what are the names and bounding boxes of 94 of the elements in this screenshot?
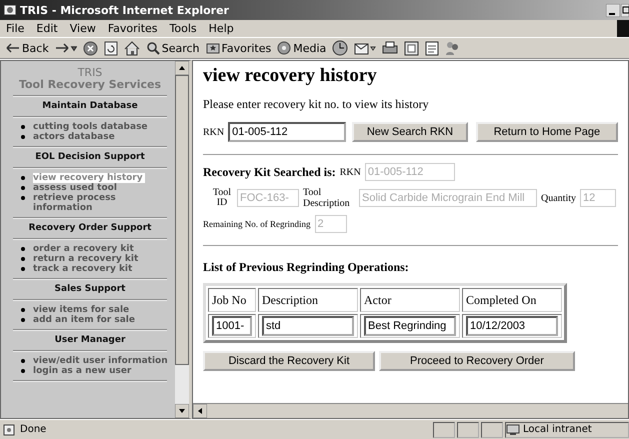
menu-item[interactable]: Help bbox=[208, 22, 234, 35]
bullet-icon bbox=[21, 125, 25, 129]
bullet-icon bbox=[21, 257, 25, 261]
nav-link[interactable]: login as a new user bbox=[33, 366, 132, 376]
back-arrow-icon bbox=[6, 42, 20, 54]
minimize-icon[interactable] bbox=[606, 4, 620, 16]
logo-tile bbox=[617, 20, 629, 37]
browser-icon bbox=[3, 3, 17, 17]
page-icon bbox=[3, 424, 17, 436]
toolbar-button[interactable]: Search bbox=[146, 41, 200, 55]
field-label: RKN bbox=[340, 166, 361, 178]
document-icon[interactable] bbox=[404, 40, 420, 56]
rkn-field[interactable]: 01-005-112 bbox=[228, 122, 346, 142]
bullet-icon bbox=[21, 359, 25, 363]
bullet-icon bbox=[21, 318, 25, 322]
scroll-up-icon[interactable] bbox=[175, 61, 189, 75]
instruction-text: Please enter recovery kit no. to view its history bbox=[203, 97, 430, 112]
column-header: Actor bbox=[360, 288, 460, 312]
nav-link[interactable]: retrieve process information bbox=[33, 193, 171, 213]
printer-icon[interactable] bbox=[382, 41, 398, 55]
bullet-icon bbox=[21, 308, 25, 312]
horizontal-scrollbar[interactable] bbox=[193, 403, 628, 418]
bullet-icon bbox=[21, 186, 25, 190]
table-cell-field[interactable]: 1001- bbox=[212, 316, 252, 336]
home-icon[interactable] bbox=[124, 40, 140, 56]
menu-item[interactable]: Favorites bbox=[108, 22, 158, 35]
field-label: RKN bbox=[203, 126, 224, 138]
nav-link[interactable]: return a recovery kit bbox=[33, 254, 138, 264]
forward-arrow-icon[interactable] bbox=[54, 42, 77, 54]
field-label: Tool ID bbox=[212, 188, 232, 208]
status-pane bbox=[457, 422, 479, 438]
search-icon bbox=[146, 41, 160, 55]
discard-button[interactable]: Discard the Recovery Kit bbox=[203, 351, 375, 371]
nav-link[interactable]: view/edit user information bbox=[33, 356, 168, 366]
nav-link[interactable]: add an item for sale bbox=[33, 315, 135, 325]
nav-link[interactable]: actors database bbox=[33, 132, 115, 142]
bullet-icon bbox=[21, 267, 25, 271]
section-heading: Recovery Kit Searched is: bbox=[203, 164, 336, 180]
new-search-button[interactable]: New Search RKN bbox=[352, 122, 468, 142]
toolbar-button[interactable]: Back bbox=[6, 42, 49, 54]
zone-indicator: Local intranet bbox=[505, 422, 629, 438]
status-pane bbox=[433, 422, 455, 438]
field-label: Tool Description bbox=[303, 187, 351, 209]
scroll-down-icon[interactable] bbox=[175, 404, 189, 418]
bullet-icon bbox=[21, 247, 25, 251]
site-subtitle: Tool Recovery Services bbox=[18, 79, 162, 91]
toolbar-button[interactable]: Favorites bbox=[206, 42, 272, 54]
nav-link[interactable]: track a recovery kit bbox=[33, 264, 132, 274]
people-icon[interactable] bbox=[445, 40, 460, 56]
field-label: Quantity bbox=[541, 192, 576, 204]
menu-item[interactable]: View bbox=[70, 22, 96, 35]
bullet-icon bbox=[21, 369, 25, 373]
nav-link[interactable]: view recovery history bbox=[33, 173, 145, 183]
section-heading: Maintain Database bbox=[41, 101, 139, 112]
nav-link[interactable]: order a recovery kit bbox=[33, 244, 134, 254]
window-title: TRIS - Microsoft Internet Explorer bbox=[20, 4, 229, 16]
bullet-icon bbox=[21, 176, 25, 180]
mail-icon[interactable] bbox=[354, 40, 376, 56]
nav-link[interactable]: view items for sale bbox=[33, 305, 130, 315]
status-text: Done bbox=[3, 424, 431, 436]
site-title: TRIS bbox=[76, 67, 104, 79]
nav-link[interactable]: assess used tool bbox=[33, 183, 117, 193]
vertical-scrollbar[interactable] bbox=[175, 61, 189, 418]
page-heading: view recovery history bbox=[203, 65, 378, 87]
bullet-icon bbox=[21, 196, 25, 200]
scroll-left-icon[interactable] bbox=[193, 404, 207, 418]
toolbar-button[interactable]: Media bbox=[277, 41, 326, 55]
refresh-icon[interactable] bbox=[104, 40, 118, 56]
section-heading: Recovery Order Support bbox=[28, 223, 152, 234]
menu-item[interactable]: Tools bbox=[170, 22, 197, 35]
menu-item[interactable]: File bbox=[6, 22, 24, 35]
table-cell-field[interactable]: 10/12/2003 bbox=[466, 316, 558, 336]
home-page-button[interactable]: Return to Home Page bbox=[476, 122, 618, 142]
maximize-icon[interactable] bbox=[621, 4, 629, 16]
column-header: Job No bbox=[208, 288, 256, 312]
table-cell-field[interactable]: Best Regrinding bbox=[364, 316, 456, 336]
notepad-icon[interactable] bbox=[425, 40, 440, 56]
section-heading: User Manager bbox=[54, 335, 126, 346]
nav-link[interactable]: cutting tools database bbox=[33, 122, 148, 132]
section-heading: EOL Decision Support bbox=[34, 152, 146, 163]
bullet-icon bbox=[21, 135, 25, 139]
field-label: Remaining No. of Regrinding bbox=[203, 219, 310, 229]
globe-clock-icon[interactable] bbox=[332, 40, 348, 56]
section-heading: List of Previous Regrinding Operations: bbox=[203, 260, 410, 275]
status-pane bbox=[481, 422, 503, 438]
menu-item[interactable]: Edit bbox=[36, 22, 58, 35]
column-header: Completed On bbox=[462, 288, 562, 312]
column-header: Description bbox=[258, 288, 358, 312]
proceed-button[interactable]: Proceed to Recovery Order bbox=[379, 351, 575, 371]
star-folder-icon bbox=[206, 42, 220, 54]
section-heading: Sales Support bbox=[54, 284, 126, 295]
disc-icon bbox=[277, 41, 292, 55]
stop-icon[interactable] bbox=[82, 40, 98, 56]
table-cell-field[interactable]: std bbox=[262, 316, 354, 336]
